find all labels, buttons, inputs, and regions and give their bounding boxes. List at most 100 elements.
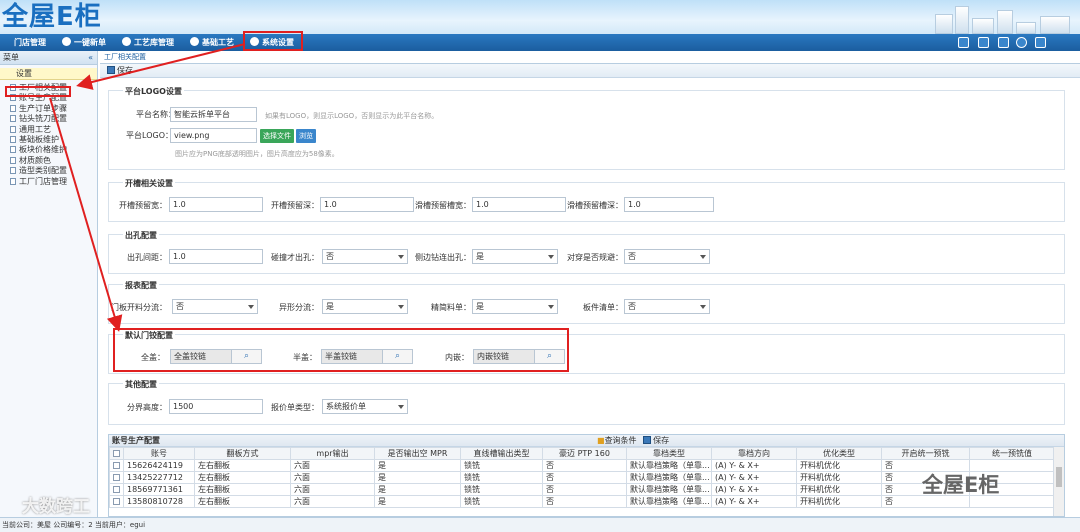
nav-basic-process[interactable]: 基础工艺: [190, 34, 234, 51]
column-header[interactable]: 靠档类型: [626, 447, 712, 460]
document-icon: [10, 167, 16, 175]
cell: 锁铣: [460, 459, 543, 472]
table-row[interactable]: 15626424119 左右翻板 六面是锁铣否默认靠档策略（单靠... (A) Y- …: [109, 459, 1055, 472]
field-label: 滑槽预留槽宽：: [415, 201, 471, 210]
save-icon: [643, 436, 652, 444]
home-icon[interactable]: [958, 37, 969, 48]
checkbox-icon: [113, 450, 120, 457]
column-header[interactable]: 开启统一预铣: [881, 447, 970, 460]
document-icon: [10, 177, 16, 185]
slot-depth-input[interactable]: 1.0: [320, 197, 414, 212]
nav-process-library[interactable]: 工艺库管理: [122, 34, 174, 51]
column-header[interactable]: 靠档方向: [711, 447, 797, 460]
toolbar-save-button[interactable]: 保存: [107, 66, 133, 75]
chevron-down-icon: [398, 305, 404, 309]
row-checkbox[interactable]: [109, 495, 124, 508]
cell: 18569771361: [123, 483, 195, 496]
skyline-graphic: [935, 14, 953, 34]
lock-icon[interactable]: [978, 37, 989, 48]
sidebar-item-general-process[interactable]: 通用工艺: [0, 125, 97, 135]
logo-file-input[interactable]: view.png: [170, 128, 257, 143]
chevron-down-icon: [700, 255, 706, 259]
quote-type-select[interactable]: 系统报价单: [322, 399, 408, 414]
sidebar-item-base-board[interactable]: 基础板维护: [0, 135, 97, 145]
sidebar-item-material-color[interactable]: 材质颜色: [0, 156, 97, 166]
table-row[interactable]: 13425227712 左右翻板 六面是锁铣否默认靠档策略（单靠... (A) Y- …: [109, 471, 1055, 484]
checkbox-icon: [113, 486, 120, 493]
platform-name-input[interactable]: 智能云拆单平台: [170, 107, 257, 122]
through-avoid-select[interactable]: 否: [624, 249, 710, 264]
document-icon: [10, 104, 16, 112]
gear-icon[interactable]: [1016, 37, 1027, 48]
column-header[interactable]: 是否输出空 MPR: [374, 447, 461, 460]
check-circle-icon: [62, 37, 71, 46]
field-label: 板件清单：: [583, 303, 623, 312]
cell: 15626424119: [123, 459, 195, 472]
highlight-nav-settings: [243, 31, 303, 51]
row-checkbox[interactable]: [109, 459, 124, 472]
boundary-height-input[interactable]: 1500: [169, 399, 263, 414]
select-all-checkbox[interactable]: [109, 447, 124, 460]
watermark-right: 全屋E柜: [922, 473, 1000, 497]
sidebar-item-board-price[interactable]: 板块价格维护: [0, 145, 97, 155]
chevron-down-icon: [398, 255, 404, 259]
highlight-sidebar-item: [5, 86, 71, 97]
sidebar-item-drill-config[interactable]: 钻头铣刀配置: [0, 114, 97, 124]
hole-spacing-input[interactable]: 1.0: [169, 249, 263, 264]
scrollbar-thumb[interactable]: [1056, 467, 1062, 487]
sidebar-item-shape-category[interactable]: 造型类别配置: [0, 166, 97, 176]
board-list-select[interactable]: 否: [624, 299, 710, 314]
slot-width-input[interactable]: 1.0: [169, 197, 263, 212]
door-split-select[interactable]: 否: [172, 299, 258, 314]
cell: 左右翻板: [194, 471, 291, 484]
column-header[interactable]: 统一预铣值: [969, 447, 1055, 460]
checkbox-icon: [113, 474, 120, 481]
sidebar-item-factory-store[interactable]: 工厂门店管理: [0, 177, 97, 187]
status-bar: 当前公司：美屋 公司编号：2 当前用户：egui: [0, 517, 1080, 532]
browse-button[interactable]: 浏览: [296, 129, 316, 143]
cell: 左右翻板: [194, 483, 291, 496]
hint-text: 图片应为PNG底部透明图片，图片高度应为58像素。: [175, 150, 339, 158]
nav-store-management[interactable]: 门店管理: [14, 34, 46, 51]
cell: 否: [542, 483, 627, 496]
grid-scrollbar[interactable]: [1053, 447, 1064, 516]
save-icon: [107, 66, 115, 74]
rail-slot-width-input[interactable]: 1.0: [472, 197, 566, 212]
table-row[interactable]: 18569771361 左右翻板 六面是锁铣否默认靠档策略（单靠... (A) Y- …: [109, 483, 1055, 496]
nav-one-click-order[interactable]: 一键新单: [62, 34, 106, 51]
sidebar-group-settings[interactable]: 设置: [0, 68, 97, 80]
shape-split-select[interactable]: 是: [322, 299, 408, 314]
column-header[interactable]: 翻板方式: [194, 447, 291, 460]
column-header[interactable]: 优化类型: [796, 447, 882, 460]
table-row[interactable]: 13580810728 左右翻板 六面是锁铣否默认靠档策略（单靠... (A) Y- …: [109, 495, 1055, 508]
column-header[interactable]: 豪迈 PTP 160: [542, 447, 627, 460]
table-header: 账号 翻板方式 mpr输出 是否输出空 MPR 直线槽输出类型 豪迈 PTP 1…: [109, 447, 1055, 460]
section-title: 开槽相关设置: [123, 178, 175, 189]
skyline-graphic: [997, 10, 1013, 34]
exit-icon[interactable]: [1035, 37, 1046, 48]
skyline-graphic: [1016, 22, 1036, 34]
cell: 默认靠档策略（单靠...: [626, 495, 712, 508]
collision-hole-select[interactable]: 否: [322, 249, 408, 264]
simple-list-select[interactable]: 是: [472, 299, 558, 314]
row-checkbox[interactable]: [109, 483, 124, 496]
grid-save-button[interactable]: 保存: [643, 436, 669, 445]
collapse-icon[interactable]: «: [88, 51, 93, 65]
query-button[interactable]: ■查询条件: [597, 436, 637, 445]
folder-icon: ■: [597, 436, 605, 445]
field-label: 对穿是否规避：: [567, 253, 623, 262]
cell: 13580810728: [123, 495, 195, 508]
choose-file-button[interactable]: 选择文件: [260, 129, 294, 143]
skyline-graphic: [955, 6, 969, 34]
user-icon[interactable]: [998, 37, 1009, 48]
cell: 默认靠档策略（单靠...: [626, 459, 712, 472]
column-header[interactable]: 账号: [123, 447, 195, 460]
side-drill-select[interactable]: 是: [472, 249, 558, 264]
column-header[interactable]: 直线槽输出类型: [460, 447, 543, 460]
sidebar-item-order-steps[interactable]: 生产订单步骤: [0, 104, 97, 114]
row-checkbox[interactable]: [109, 471, 124, 484]
cell: 默认靠档策略（单靠...: [626, 471, 712, 484]
rail-slot-depth-input[interactable]: 1.0: [624, 197, 714, 212]
column-header[interactable]: mpr输出: [290, 447, 375, 460]
section-title: 报表配置: [123, 280, 159, 291]
